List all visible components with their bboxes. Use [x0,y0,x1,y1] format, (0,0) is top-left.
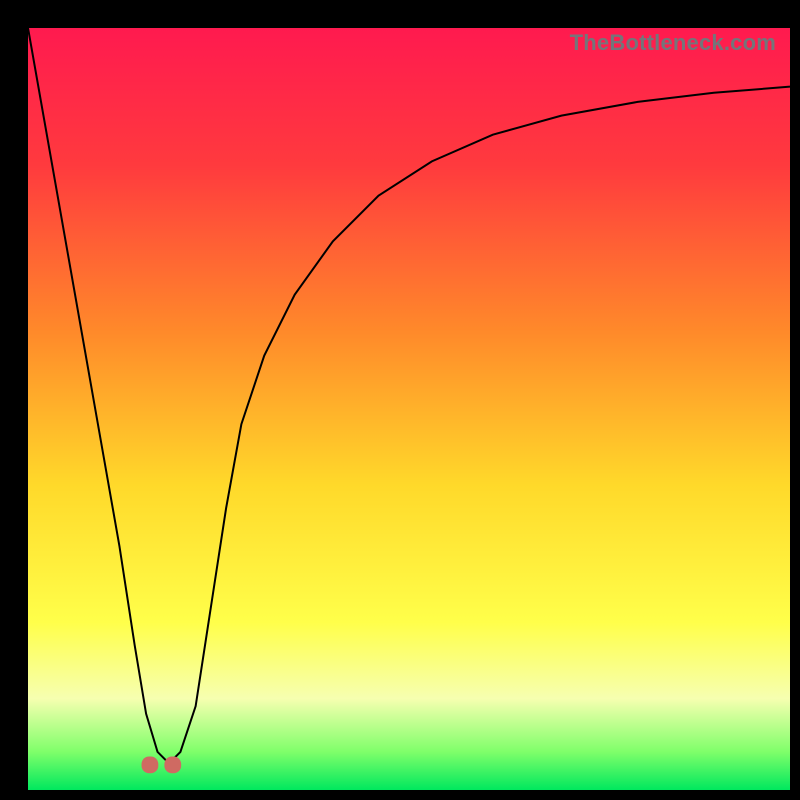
trough-marker-right [164,756,181,773]
chart-background-gradient [28,28,790,790]
chart-frame: TheBottleneck.com [28,28,790,790]
trough-marker-left [142,756,159,773]
bottleneck-chart [28,28,790,790]
watermark-text: TheBottleneck.com [570,30,776,56]
